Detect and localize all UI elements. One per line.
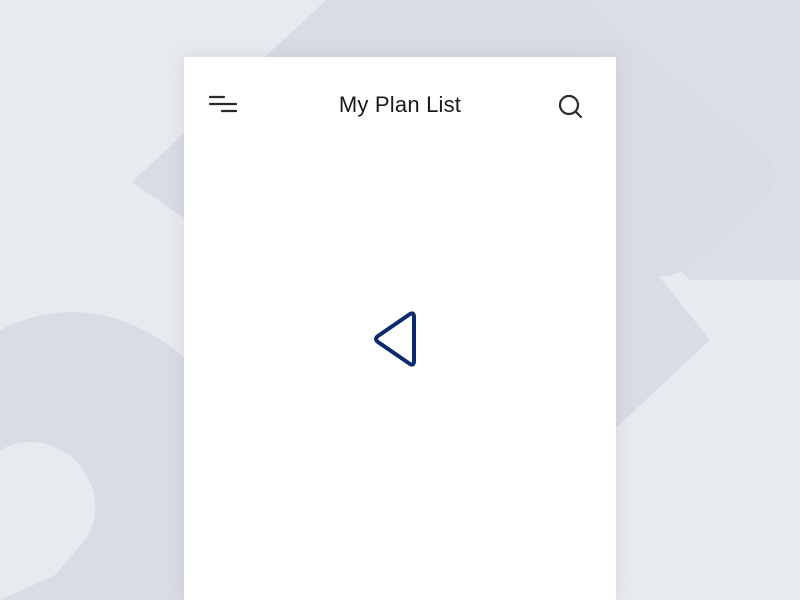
search-button[interactable] [556,92,586,122]
phone-screen: My Plan List [184,57,616,600]
app-header: My Plan List [184,57,616,153]
back-triangle-button[interactable] [370,308,420,370]
menu-icon [208,95,238,113]
plan-list-content [184,153,616,600]
screen-background: My Plan List [0,0,800,600]
triangle-left-icon [374,311,416,367]
search-icon [558,94,583,119]
menu-button[interactable] [206,91,238,119]
page-title: My Plan List [338,92,462,117]
